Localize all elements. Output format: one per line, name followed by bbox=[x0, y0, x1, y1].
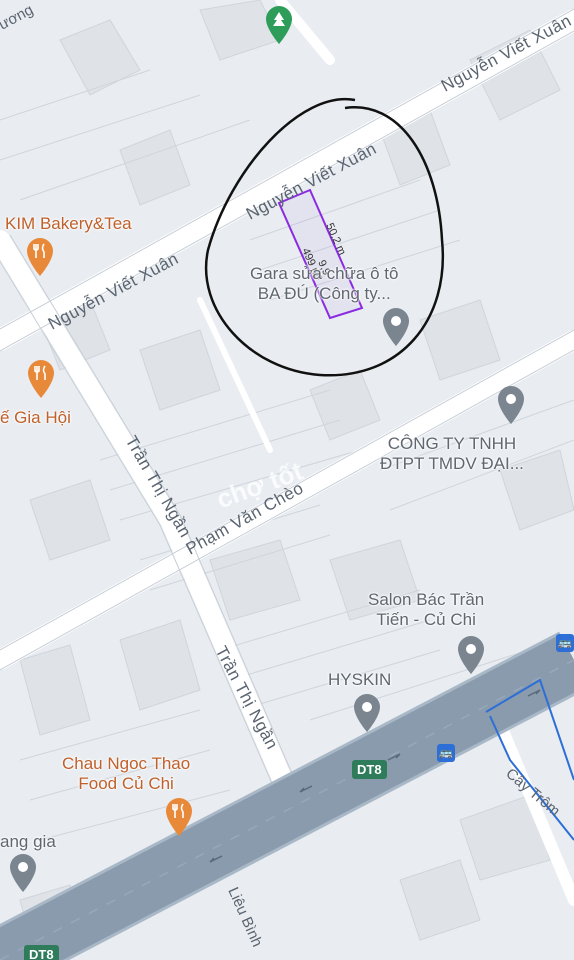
location-pin-icon[interactable] bbox=[458, 636, 484, 679]
location-pin-icon[interactable] bbox=[10, 854, 36, 897]
poi-label-cong-ty-line1: CÔNG TY TNHH bbox=[387, 434, 517, 453]
cafe-pin-icon[interactable] bbox=[28, 360, 54, 403]
map-view[interactable]: 50,2 m 499 m² 9,9 Nguyễn Viết Xuân Nguyễ… bbox=[0, 0, 574, 960]
poi-label-hyskin[interactable]: HYSKIN bbox=[328, 670, 391, 690]
poi-label-cong-ty-line2: ĐTPT TMDV ĐẠI... bbox=[380, 454, 524, 473]
poi-label-salon[interactable]: Salon Bác Trần Tiến - Củ Chi bbox=[368, 590, 484, 630]
restaurant-pin-icon[interactable] bbox=[166, 798, 192, 841]
road-badge-dt8: DT8 bbox=[352, 760, 387, 779]
poi-label-chau-ngoc-thao-line1: Chau Ngoc Thao bbox=[62, 754, 191, 773]
poi-label-gara[interactable]: Gara sửa chữa ô tô BA ĐÚ (Công ty... bbox=[250, 264, 398, 304]
restaurant-pin-icon[interactable] bbox=[27, 238, 53, 281]
poi-label-salon-line1: Salon Bác Trần bbox=[368, 590, 485, 609]
location-pin-icon[interactable] bbox=[383, 308, 409, 351]
park-pin-icon[interactable] bbox=[266, 6, 292, 49]
poi-label-kim-bakery[interactable]: KIM Bakery&Tea bbox=[5, 214, 132, 234]
poi-label-gara-line1: Gara sửa chữa ô tô bbox=[250, 264, 399, 283]
location-pin-icon[interactable] bbox=[498, 386, 524, 429]
poi-label-salon-line2: Tiến - Củ Chi bbox=[376, 610, 476, 629]
poi-label-cong-ty[interactable]: CÔNG TY TNHH ĐTPT TMDV ĐẠI... bbox=[380, 434, 524, 474]
road-badge-dt8: DT8 bbox=[24, 945, 59, 960]
poi-label-chau-ngoc-thao[interactable]: Chau Ngoc Thao Food Củ Chi bbox=[62, 754, 190, 794]
bus-stop-icon[interactable]: 🚌 bbox=[437, 744, 455, 762]
poi-label-chau-ngoc-thao-line2: Food Củ Chi bbox=[78, 774, 174, 793]
poi-label-sang-gia[interactable]: ang gia bbox=[0, 832, 56, 852]
poi-label-gara-line2: BA ĐÚ (Công ty... bbox=[257, 284, 391, 303]
poi-label-gia-hoi[interactable]: ế Gia Hội bbox=[0, 408, 71, 428]
location-pin-icon[interactable] bbox=[354, 694, 380, 737]
bus-stop-icon[interactable]: 🚌 bbox=[556, 634, 574, 652]
